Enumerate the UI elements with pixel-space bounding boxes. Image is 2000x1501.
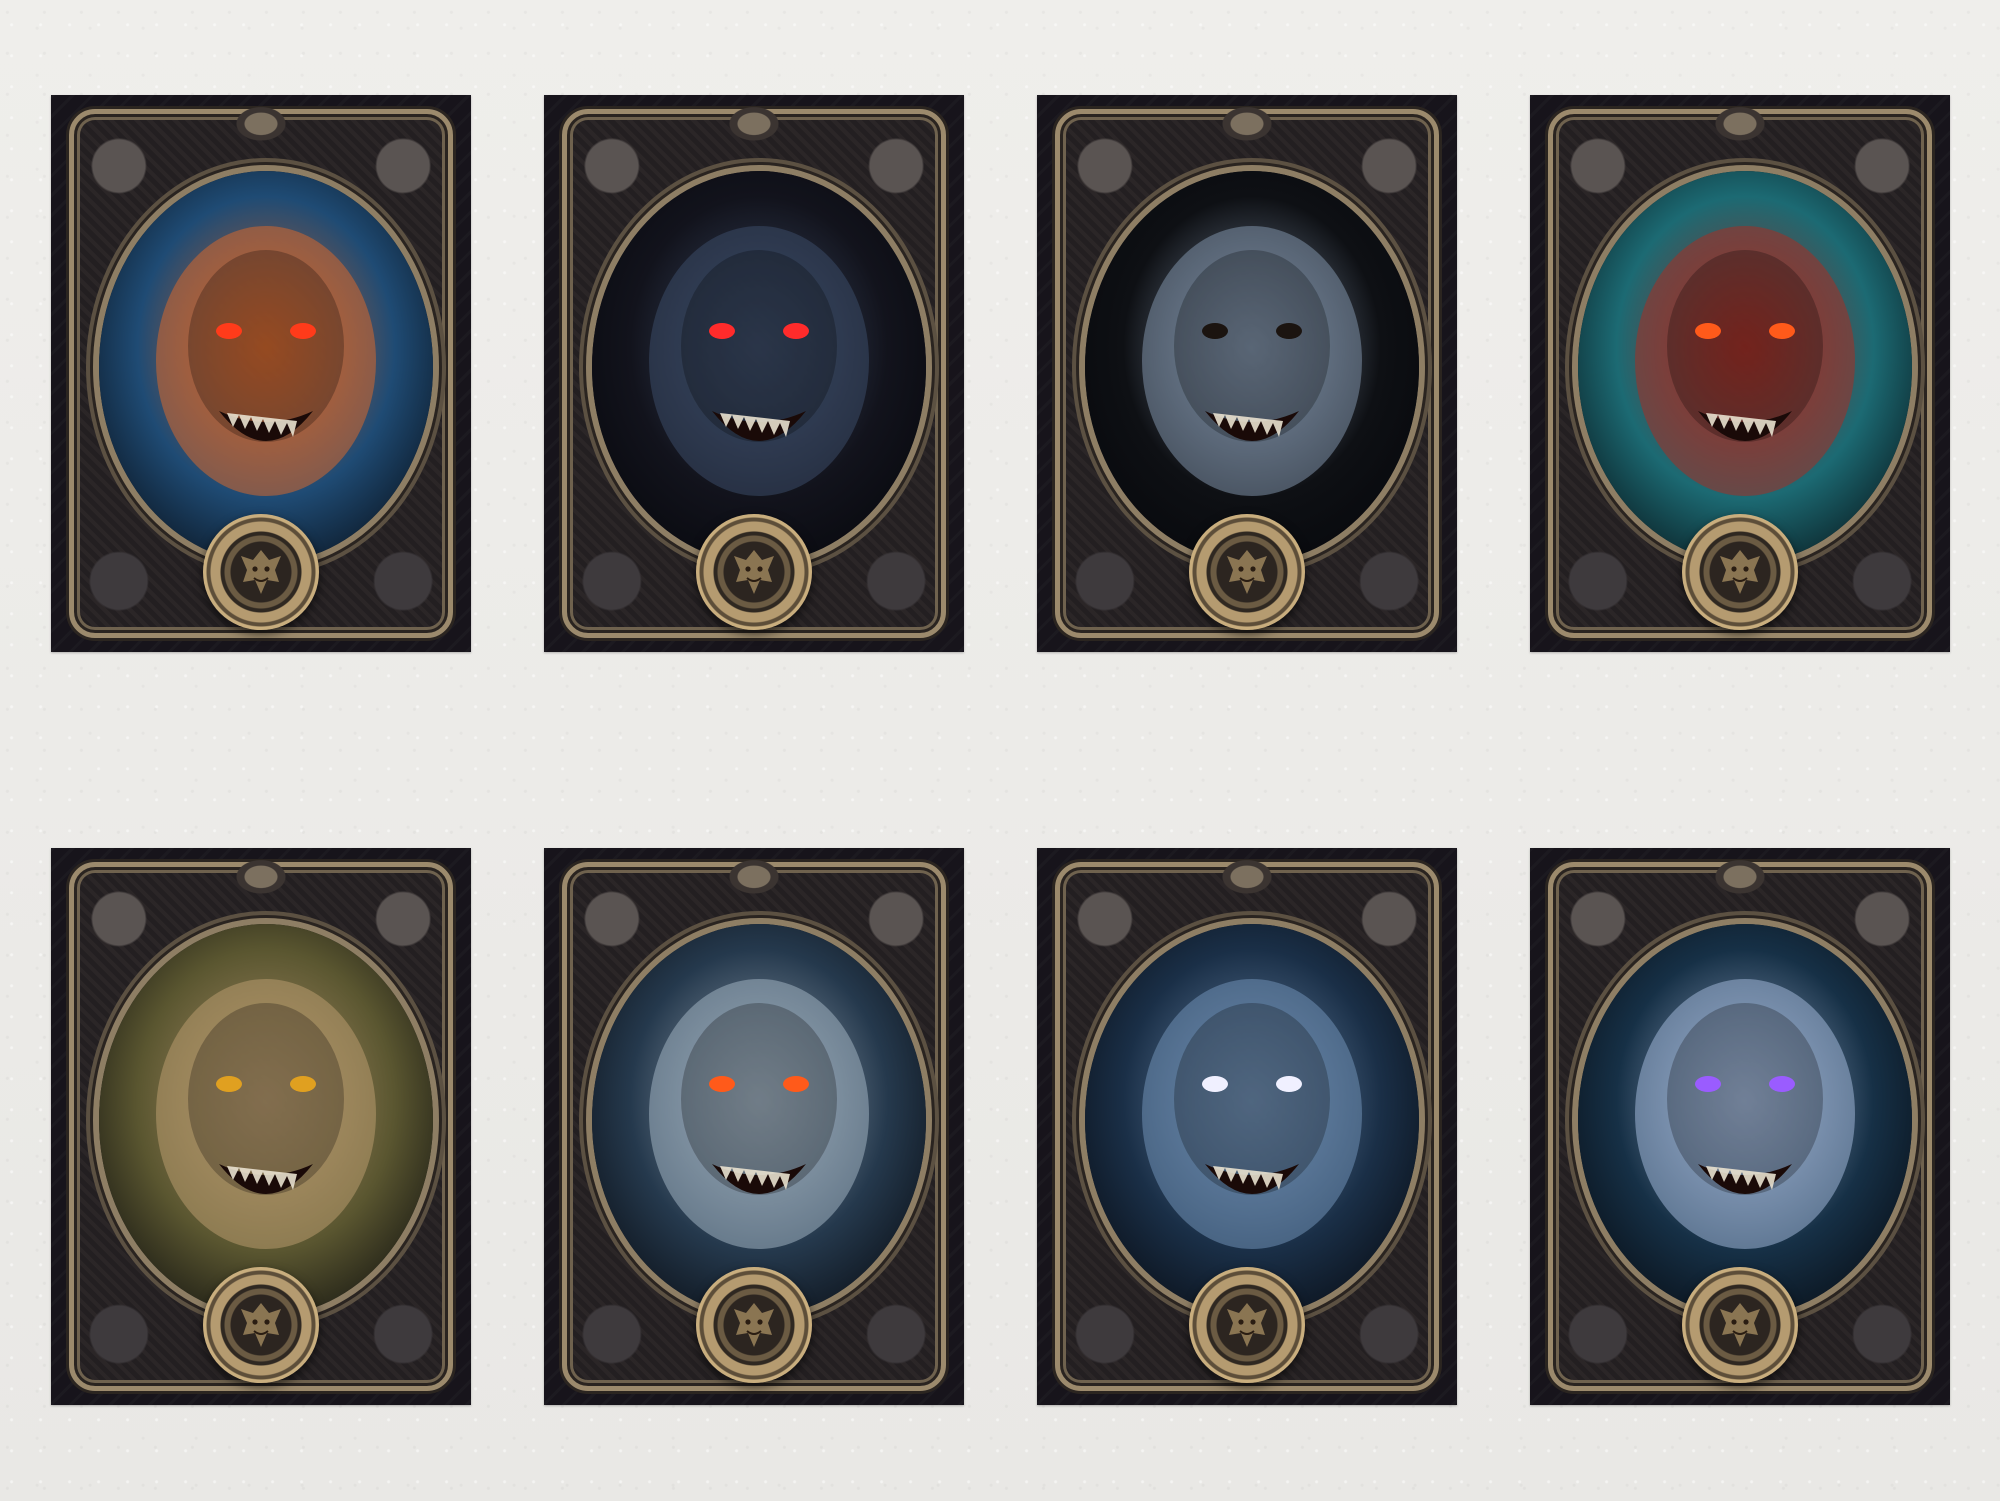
vampire-portrait: [586, 165, 932, 569]
goblin-portrait: [93, 918, 439, 1322]
crest-ornament: [1210, 860, 1284, 902]
beast-medallion-icon: [696, 1267, 812, 1383]
goblin-card: [51, 848, 471, 1405]
werewolf-portrait: [1079, 918, 1425, 1322]
ghoul-card: [544, 848, 964, 1405]
dragon-portrait: [93, 165, 439, 569]
witch-card: [1530, 848, 1950, 1405]
crest-ornament: [717, 107, 791, 149]
ghoul-portrait: [586, 918, 932, 1322]
crest-ornament: [717, 860, 791, 902]
demon-card: [1530, 95, 1950, 652]
crest-ornament: [1210, 107, 1284, 149]
dragon-card: [51, 95, 471, 652]
demon-portrait: [1572, 165, 1918, 569]
crest-ornament: [224, 107, 298, 149]
beast-medallion-icon: [1189, 1267, 1305, 1383]
witch-portrait: [1572, 918, 1918, 1322]
beast-medallion-icon: [1189, 514, 1305, 630]
beast-medallion-icon: [203, 1267, 319, 1383]
crest-ornament: [1703, 107, 1777, 149]
vampire-card: [544, 95, 964, 652]
mummy-card: [1037, 95, 1457, 652]
crest-ornament: [1703, 860, 1777, 902]
beast-medallion-icon: [1682, 1267, 1798, 1383]
beast-medallion-icon: [203, 514, 319, 630]
mummy-portrait: [1079, 165, 1425, 569]
beast-medallion-icon: [696, 514, 812, 630]
werewolf-card: [1037, 848, 1457, 1405]
crest-ornament: [224, 860, 298, 902]
beast-medallion-icon: [1682, 514, 1798, 630]
